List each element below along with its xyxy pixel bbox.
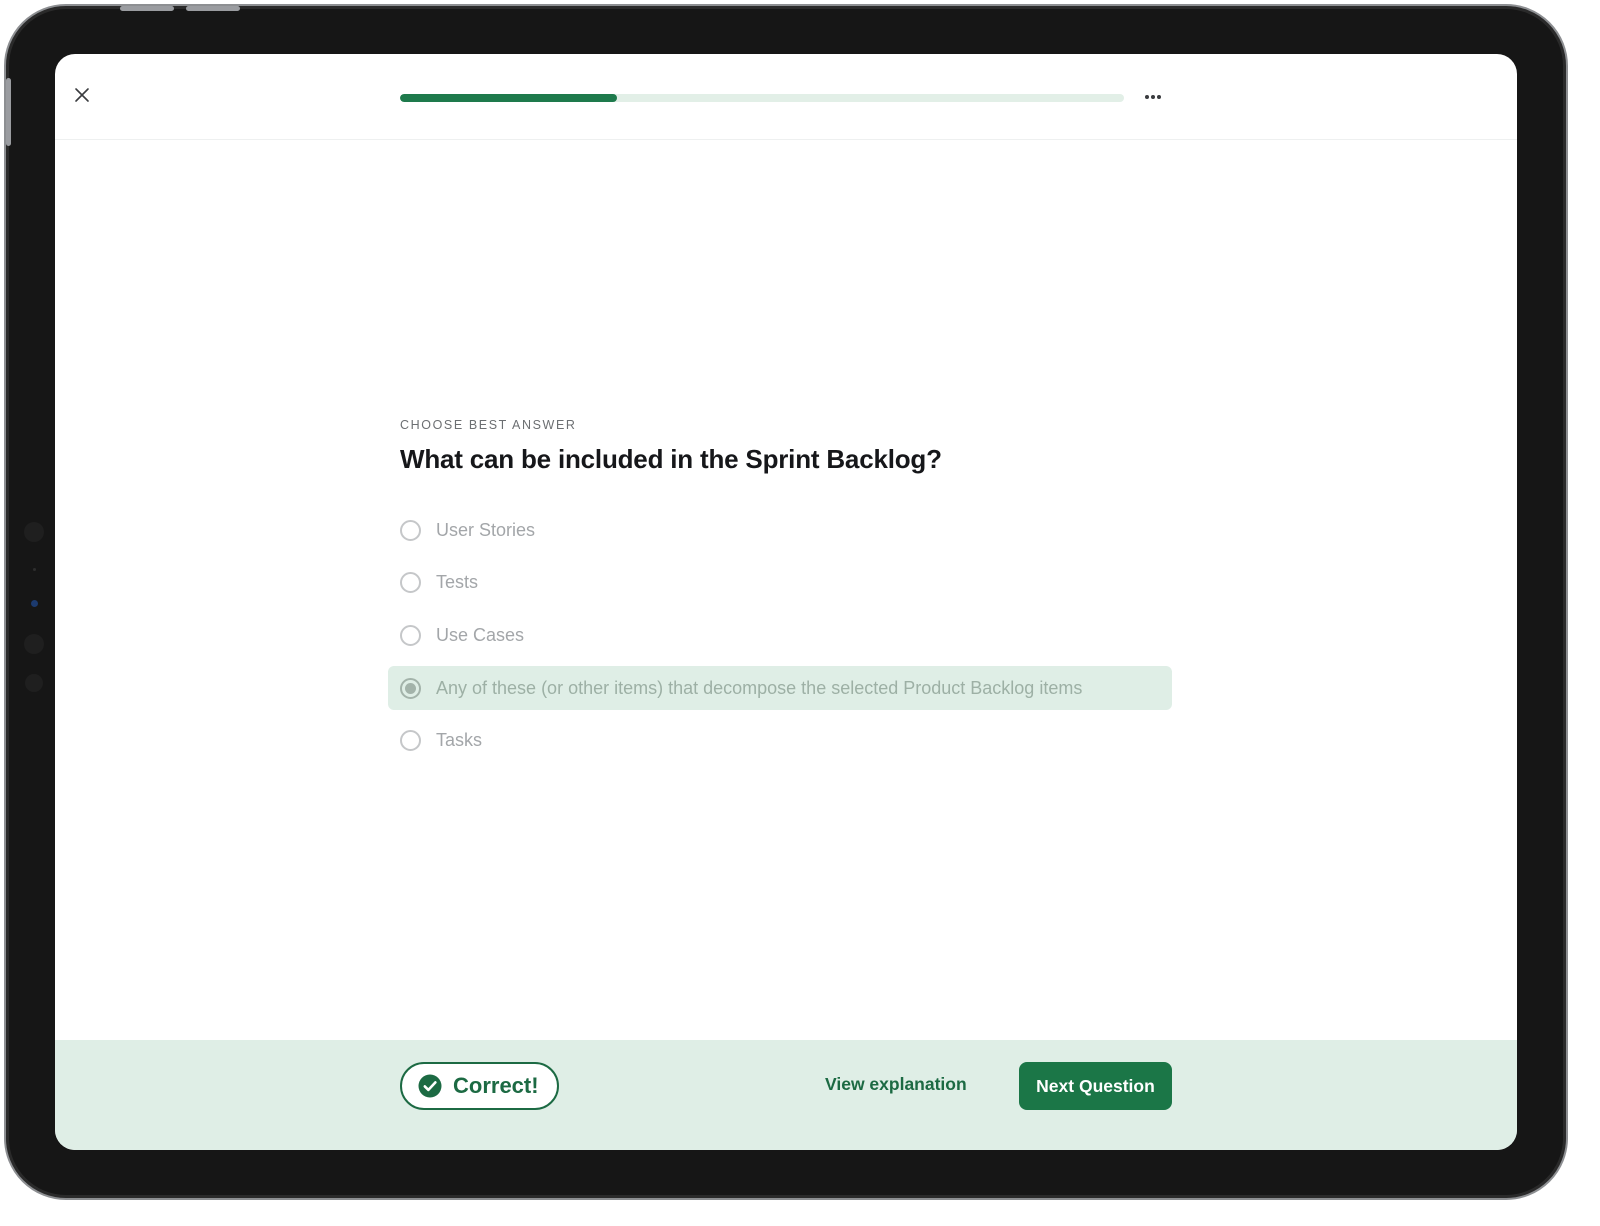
- answer-option-label: Use Cases: [436, 624, 525, 645]
- answer-options: User Stories Tests Use Cases Any of thes…: [388, 508, 1172, 763]
- answer-option-label: Tasks: [436, 730, 483, 751]
- answer-option[interactable]: Tasks: [400, 719, 1172, 763]
- answer-option-label: User Stories: [436, 519, 536, 540]
- question-instruction: CHOOSE BEST ANSWER: [400, 418, 577, 432]
- next-question-button[interactable]: Next Question: [1019, 1062, 1172, 1110]
- question-panel: CHOOSE BEST ANSWER What can be included …: [388, 418, 1172, 771]
- answer-option[interactable]: Tests: [400, 561, 1172, 605]
- close-button[interactable]: [69, 82, 95, 108]
- front-sensor: [24, 522, 44, 542]
- microphone-dot: [33, 568, 36, 571]
- more-options-button[interactable]: [1138, 85, 1168, 109]
- answer-option[interactable]: User Stories: [400, 508, 1172, 552]
- answer-option-label: Any of these (or other items) that decom…: [436, 677, 1083, 698]
- quiz-top-bar: [55, 54, 1517, 140]
- radio-button[interactable]: [400, 572, 421, 594]
- quiz-progress-bar: [400, 94, 1124, 102]
- radio-button-selected[interactable]: [400, 677, 421, 699]
- view-explanation-link[interactable]: View explanation: [825, 1074, 967, 1095]
- more-horizontal-icon: [1144, 94, 1162, 100]
- answer-option[interactable]: Use Cases: [400, 613, 1172, 657]
- front-sensor: [25, 674, 43, 692]
- radio-button[interactable]: [400, 519, 421, 541]
- close-icon: [74, 87, 90, 103]
- power-hardware-button: [6, 78, 11, 146]
- quiz-progress-fill: [400, 94, 618, 102]
- volume-up-hardware-button: [120, 6, 174, 11]
- front-sensor: [24, 634, 44, 654]
- volume-down-hardware-button: [186, 6, 240, 11]
- result-label: Correct!: [453, 1073, 539, 1098]
- front-camera: [31, 600, 38, 607]
- correct-result-badge: Correct!: [400, 1062, 559, 1110]
- radio-button[interactable]: [400, 730, 421, 752]
- answer-option-label: Tests: [436, 572, 479, 593]
- check-circle-icon: [418, 1074, 442, 1098]
- answer-option-selected[interactable]: Any of these (or other items) that decom…: [388, 666, 1172, 711]
- radio-button[interactable]: [400, 624, 421, 646]
- result-footer: Correct! View explanation Next Question: [55, 1040, 1517, 1150]
- radio-selected-dot: [405, 682, 416, 694]
- question-text: What can be included in the Sprint Backl…: [400, 444, 942, 474]
- quiz-screen: CHOOSE BEST ANSWER What can be included …: [55, 54, 1517, 1150]
